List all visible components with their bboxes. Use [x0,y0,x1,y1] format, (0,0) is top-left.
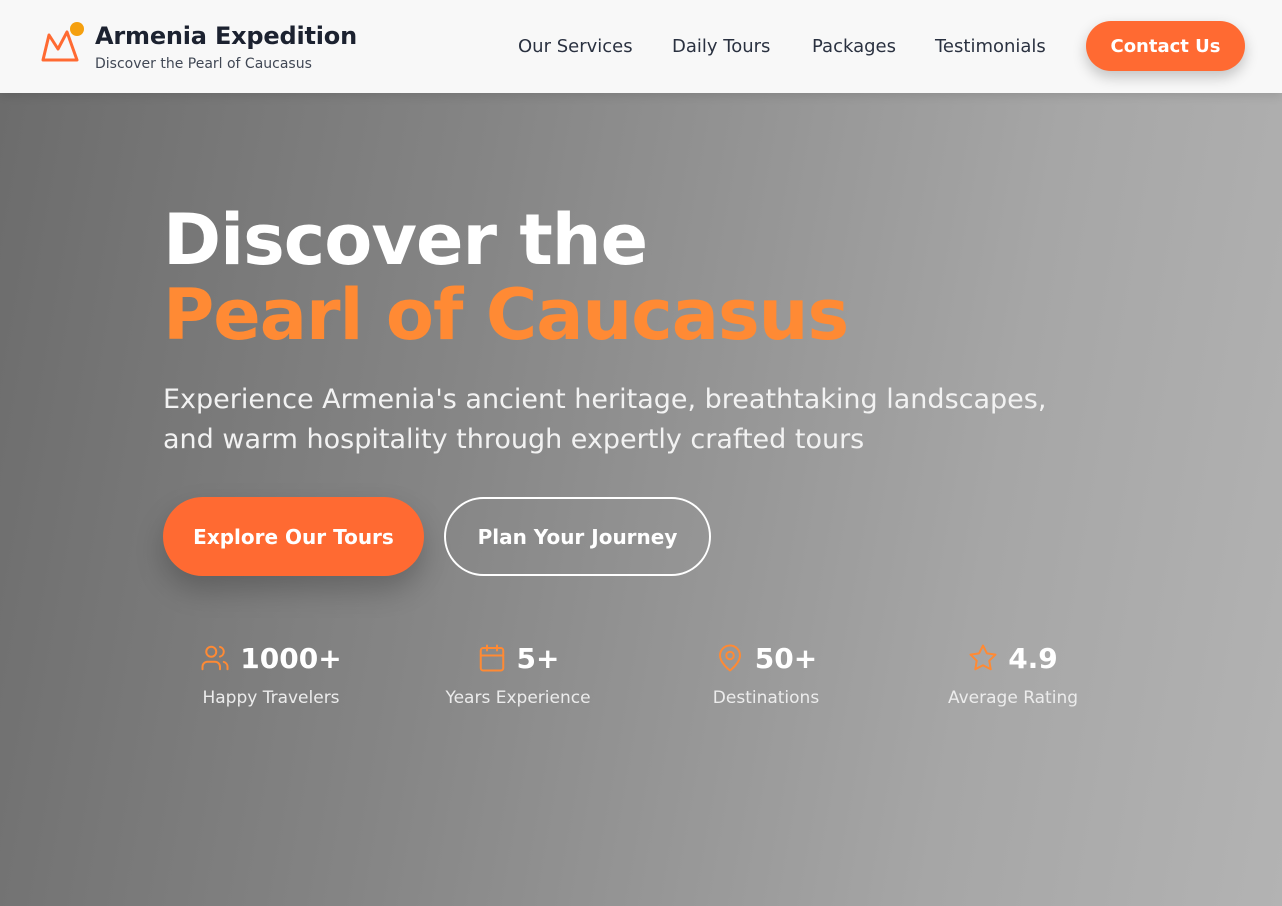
hero-headline-accent: Pearl of Caucasus [163,274,849,356]
stat-label: Happy Travelers [202,688,340,708]
brand-subtitle: Discover the Pearl of Caucasus [95,56,312,72]
stat-label: Years Experience [445,688,591,708]
stat-destinations: 50+ Destinations [656,637,876,717]
calendar-icon [477,643,507,673]
brand-title[interactable]: Armenia Expedition [95,22,357,50]
stat-value: 4.9 [1008,641,1058,675]
nav-daily-tours[interactable]: Daily Tours [672,36,770,57]
nav-testimonials[interactable]: Testimonials [935,36,1046,57]
mountain-sun-icon[interactable] [40,20,88,66]
explore-tours-button[interactable]: Explore Our Tours [163,497,424,576]
star-icon [968,643,998,673]
stat-value: 5+ [516,641,560,675]
stat-value: 1000+ [240,641,342,675]
map-pin-icon [715,643,745,673]
stat-label: Average Rating [947,688,1079,708]
hero-subtitle: Experience Armenia's ancient heritage, b… [163,384,1047,455]
users-icon [200,643,230,673]
stat-average-rating: 4.9 Average Rating [903,637,1123,717]
stat-value: 50+ [754,641,818,675]
nav-packages[interactable]: Packages [812,36,896,57]
hero-headline: Discover the [163,199,648,281]
plan-journey-button[interactable]: Plan Your Journey [444,497,711,576]
stat-happy-travelers: 1000+ Happy Travelers [161,637,381,717]
stat-label: Destinations [712,688,820,708]
stat-years-experience: 5+ Years Experience [408,637,628,717]
nav-our-services[interactable]: Our Services [518,36,633,57]
contact-us-button[interactable]: Contact Us [1086,21,1245,71]
site-header: Armenia Expedition Discover the Pearl of… [0,0,1282,93]
